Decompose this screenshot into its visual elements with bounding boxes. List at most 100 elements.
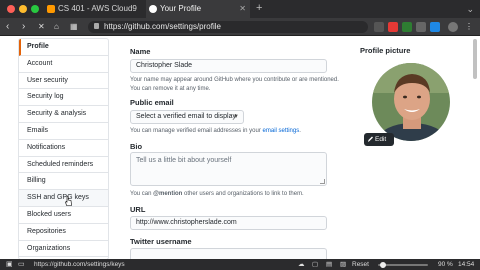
public-email-note-end: . — [299, 128, 301, 134]
maximize-window-button[interactable] — [31, 5, 39, 13]
bio-note-text: You can — [130, 191, 154, 197]
sidebar-item-emails[interactable]: Emails — [19, 123, 108, 140]
github-favicon-icon — [149, 5, 157, 13]
tab-label: CS 401 - AWS Cloud9 — [58, 4, 137, 13]
lock-icon — [94, 23, 99, 29]
sidebar-item-blocked-users[interactable]: Blocked users — [19, 207, 108, 224]
tab-label: Your Profile — [160, 4, 202, 13]
edit-label: Edit — [375, 136, 387, 143]
zoom-level: 90 % — [438, 261, 453, 268]
tab-list-icon[interactable]: ⌄ — [466, 0, 474, 18]
back-icon[interactable]: ‹ — [6, 18, 9, 36]
pencil-icon — [368, 136, 373, 142]
sidebar-item-label: Security log — [27, 93, 64, 101]
aws-favicon-icon — [47, 5, 55, 13]
sidebar-item-label: Account — [27, 59, 53, 67]
extension-blue-icon[interactable] — [430, 22, 440, 32]
sidebar-item-label: Security & analysis — [27, 110, 87, 118]
address-toolbar: ‹ › ✕ ⌂ ▦ https://github.com/settings/pr… — [0, 18, 480, 36]
tab-your-profile[interactable]: Your Profile ✕ — [146, 0, 250, 18]
sidebar-item-notifications[interactable]: Notifications — [19, 140, 108, 157]
page-tiling-icon[interactable]: ▤ — [326, 259, 332, 270]
cloud-sync-icon[interactable]: ☁ — [298, 259, 305, 270]
sidebar-item-label: Repositories — [27, 227, 66, 235]
zoom-slider-knob[interactable] — [380, 262, 386, 268]
sidebar-item-label: Billing — [27, 177, 46, 185]
close-tab-icon[interactable]: ✕ — [239, 0, 246, 18]
forward-icon[interactable]: › — [22, 18, 25, 36]
url-input[interactable]: http://www.christopherslade.com — [130, 216, 327, 230]
public-email-note-text: You can manage verified email addresses … — [130, 128, 263, 134]
email-settings-link[interactable]: email settings — [263, 128, 300, 134]
sidebar-item-label: Scheduled reminders — [27, 160, 94, 168]
bookmark-icon[interactable] — [374, 22, 384, 32]
zoom-slider[interactable] — [378, 262, 428, 268]
public-email-selected: Select a verified email to display — [136, 113, 236, 120]
bio-placeholder: Tell us a little bit about yourself — [136, 157, 232, 164]
avatar — [372, 63, 450, 141]
name-label: Name — [130, 47, 151, 56]
public-email-select[interactable]: Select a verified email to display ▼ — [130, 110, 244, 124]
scrollbar-thumb[interactable] — [473, 39, 477, 79]
download-icon[interactable] — [416, 22, 426, 32]
sidebar-item-label: Notifications — [27, 143, 66, 151]
hover-link-url: https://github.com/settings/keys — [34, 261, 125, 268]
profile-picture-label: Profile picture — [360, 46, 411, 55]
sidebar-item-label: Organizations — [27, 244, 71, 252]
sidebar-item-billing[interactable]: Billing — [19, 173, 108, 191]
sidebar-item-label: SSH and GPG keys — [27, 194, 89, 202]
name-input[interactable]: Christopher Slade — [130, 59, 327, 73]
sidebar-item-label: Emails — [27, 126, 49, 134]
url-label: URL — [130, 205, 146, 214]
clock: 14:54 — [458, 261, 475, 268]
sidebar-item-profile[interactable]: Profile — [19, 39, 108, 56]
bio-label: Bio — [130, 142, 143, 151]
stop-icon[interactable]: ✕ — [38, 18, 45, 36]
settings-sidebar: Profile Account User security Security l… — [18, 38, 109, 260]
resize-handle-icon[interactable] — [320, 179, 325, 184]
sidebar-item-ssh-gpg-keys[interactable]: SSH and GPG keys — [19, 190, 108, 207]
bio-note-end: other users and organizations to link to… — [182, 191, 304, 197]
speed-dial-icon[interactable]: ▦ — [70, 18, 78, 36]
image-icon[interactable]: ▨ — [340, 259, 346, 270]
sidebar-item-account[interactable]: Account — [19, 56, 108, 73]
extension-red-icon[interactable] — [388, 22, 398, 32]
sidebar-item-user-security[interactable]: User security — [19, 73, 108, 90]
menu-icon[interactable]: ⋮ — [465, 18, 473, 36]
sidebar-item-scheduled-reminders[interactable]: Scheduled reminders — [19, 157, 108, 174]
twitter-input[interactable] — [130, 248, 327, 259]
tab-tiling-icon[interactable]: ▭ — [18, 259, 25, 270]
edit-picture-button[interactable]: Edit — [364, 133, 394, 146]
chevron-down-icon: ▼ — [233, 114, 239, 120]
name-note: Your name may appear around GitHub where… — [130, 77, 339, 92]
home-icon[interactable]: ⌂ — [54, 18, 59, 36]
tab-cloud9[interactable]: CS 401 - AWS Cloud9 — [44, 0, 144, 18]
sidebar-item-label: Blocked users — [27, 210, 71, 218]
user-icon[interactable] — [448, 22, 458, 32]
public-email-note: You can manage verified email addresses … — [130, 127, 360, 136]
page-scrollbar[interactable] — [472, 37, 478, 259]
mention-text: @mention — [153, 191, 183, 197]
new-tab-icon[interactable]: + — [256, 0, 262, 17]
reset-zoom-button[interactable]: Reset — [352, 259, 369, 270]
sidebar-item-security-log[interactable]: Security log — [19, 89, 108, 107]
sidebar-item-organizations[interactable]: Organizations — [19, 241, 108, 258]
public-email-label: Public email — [130, 98, 174, 107]
status-bar: ▣ ▭ https://github.com/settings/keys ☁ ▢… — [0, 259, 480, 270]
bio-textarea[interactable]: Tell us a little bit about yourself — [130, 152, 327, 186]
minimize-window-button[interactable] — [19, 5, 27, 13]
sidebar-item-security-analysis[interactable]: Security & analysis — [19, 106, 108, 123]
extension-green-icon[interactable] — [402, 22, 412, 32]
address-text: https://github.com/settings/profile — [104, 22, 221, 31]
sidebar-item-label: Profile — [27, 43, 49, 50]
close-window-button[interactable] — [7, 5, 15, 13]
sidebar-item-label: User security — [27, 76, 68, 84]
tab-bar: CS 401 - AWS Cloud9 Your Profile ✕ + ⌄ — [0, 0, 480, 18]
bio-note: You can @mention other users and organiz… — [130, 190, 360, 199]
twitter-label: Twitter username — [130, 237, 192, 246]
hand-cursor-icon — [65, 196, 72, 206]
sidebar-item-repositories[interactable]: Repositories — [19, 224, 108, 241]
panel-toggle-icon[interactable]: ▣ — [6, 259, 13, 270]
address-field[interactable]: https://github.com/settings/profile — [88, 21, 368, 33]
capture-icon[interactable]: ▢ — [312, 259, 318, 270]
